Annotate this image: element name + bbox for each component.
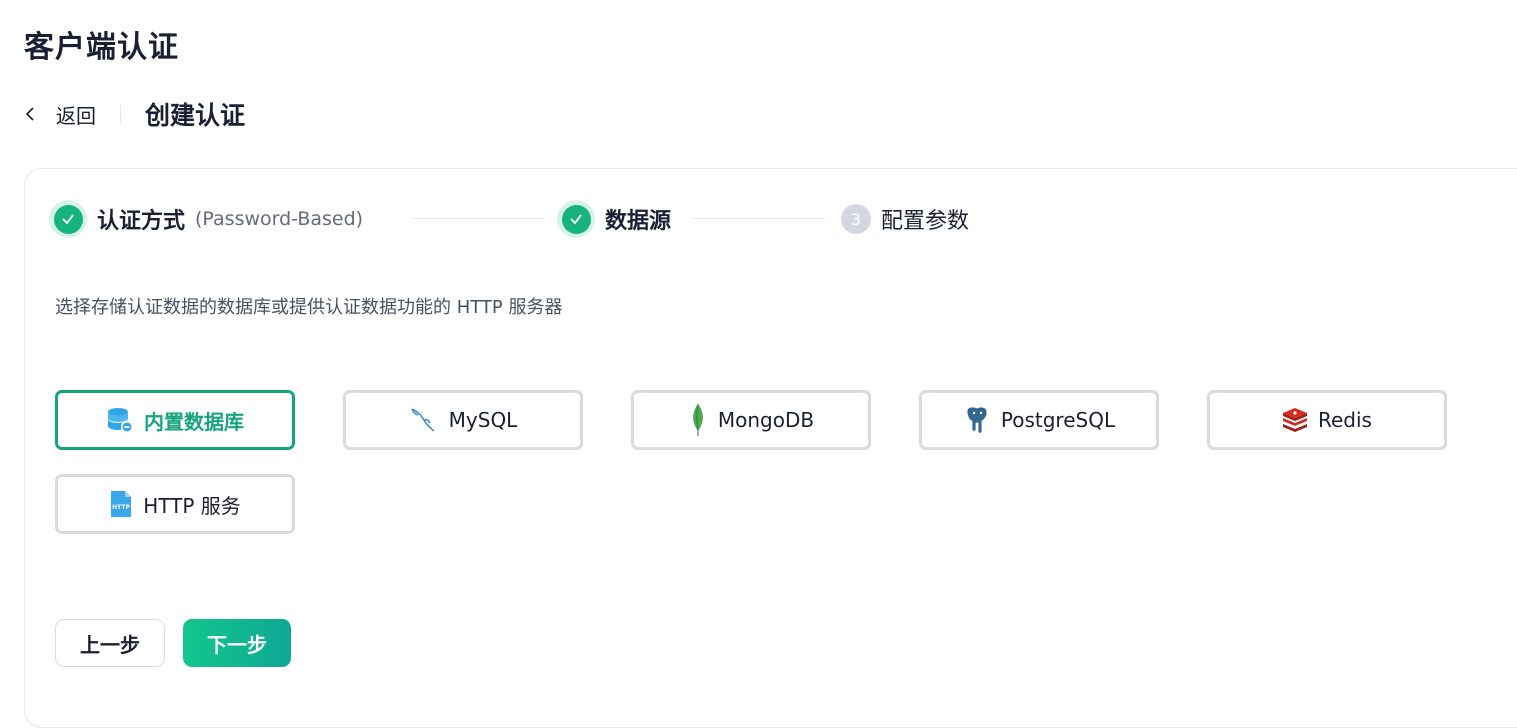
subheader: 返回 创建认证 [24,94,245,134]
http-file-icon: HTTP [109,490,133,518]
step-data-source: 数据源 [557,199,671,239]
chevron-left-icon [25,107,34,121]
mysql-dolphin-icon [409,405,439,435]
postgresql-elephant-icon [963,405,991,435]
option-label: PostgreSQL [1000,408,1116,432]
option-mysql[interactable]: MySQL [343,390,583,450]
description: 选择存储认证数据的数据库或提供认证数据功能的 HTTP 服务器 [55,297,563,318]
next-step-button[interactable]: 下一步 [183,619,291,667]
option-http-service[interactable]: HTTP HTTP 服务 [55,474,295,534]
step-label: 认证方式 [97,209,186,234]
step-label: 数据源 [605,209,672,234]
prev-step-button[interactable]: 上一步 [55,619,165,667]
option-mongodb[interactable]: MongoDB [631,390,871,450]
step-config-params: 3 配置参数 [841,199,969,239]
page-title: 客户端认证 [24,30,179,65]
step-label: 配置参数 [881,209,970,234]
form-card: 认证方式 (Password-Based) 数据源 3 配置参数 选择存储认证数… [24,168,1517,728]
database-icon [106,406,134,434]
option-postgresql[interactable]: PostgreSQL [919,390,1159,450]
step-connector [693,218,825,219]
steps-bar: 认证方式 (Password-Based) 数据源 3 配置参数 [49,199,1049,239]
step-number: 3 [841,204,871,234]
step-connector [413,218,545,219]
option-label: Redis [1318,408,1372,432]
subheader-divider [120,105,121,123]
back-label: 返回 [56,103,96,128]
mongodb-leaf-icon [688,403,708,437]
option-label: MySQL [448,408,518,432]
step-done-icon [49,200,87,238]
option-redis[interactable]: Redis [1207,390,1447,450]
create-auth-title: 创建认证 [145,101,246,130]
svg-text:HTTP: HTTP [112,504,130,511]
back-link[interactable]: 返回 [24,100,96,129]
step-auth-method: 认证方式 (Password-Based) [49,199,363,239]
option-label: 内置数据库 [144,409,244,434]
option-builtin-db[interactable]: 内置数据库 [55,390,295,450]
option-label: MongoDB [717,408,815,432]
step-done-icon [557,200,595,238]
step-extra: (Password-Based) [195,208,364,230]
option-label: HTTP 服务 [143,493,241,518]
redis-icon [1282,408,1308,432]
